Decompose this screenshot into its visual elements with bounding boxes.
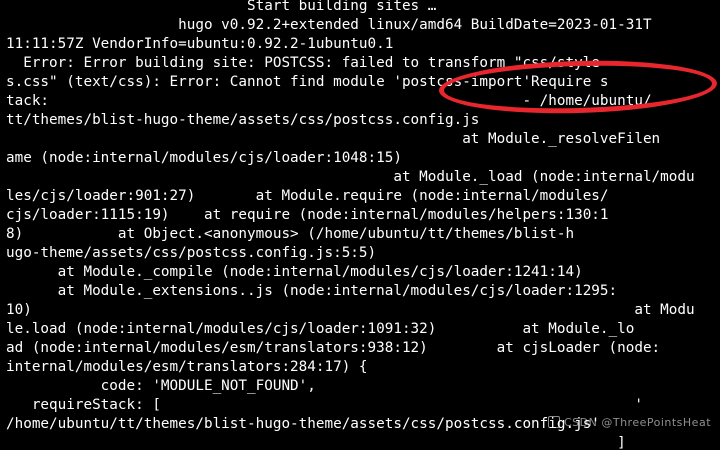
terminal-line-10: at Module._load (node:internal/modu	[6, 169, 695, 185]
terminal-line-18: le.load (node:internal/modules/cjs/loade…	[6, 321, 635, 337]
terminal-line-13: 8) at Object.<anonymous> (/home/ubuntu/t…	[6, 226, 575, 242]
terminal-line-19: ad (node:internal/modules/esm/translator…	[6, 340, 661, 356]
terminal-line-15: at Module._compile (node:internal/module…	[6, 264, 583, 280]
watermark: CSDN @ThreePointsHeat	[548, 413, 711, 431]
terminal-line-2: hugo v0.92.2+extended linux/amd64 BuildD…	[6, 17, 652, 33]
watermark-text: CSDN @ThreePointsHeat	[564, 415, 712, 429]
terminal-line-16: at Module._extensions..js (node:internal…	[6, 283, 618, 299]
terminal-window[interactable]: Start building sites … hugo v0.92.2+exte…	[0, 0, 720, 450]
terminal-line-3: 11:11:57Z VendorInfo=ubuntu:0.92.2-1ubun…	[6, 36, 394, 52]
terminal-line-14: ugo-theme/assets/css/postcss.config.js:5…	[6, 245, 377, 261]
csdn-logo-icon	[548, 416, 560, 428]
terminal-line-21: code: 'MODULE_NOT_FOUND',	[6, 378, 316, 394]
terminal-line-9: ame (node:internal/modules/cjs/loader:10…	[6, 150, 402, 166]
terminal-line-1: Start building sites …	[6, 0, 437, 14]
terminal-line-7: tt/themes/blist-hugo-theme/assets/css/po…	[6, 112, 480, 128]
terminal-line-11: les/cjs/loader:901:27) at Module.require…	[6, 188, 609, 204]
terminal-line-20: internal/modules/esm/translators:284:17)…	[6, 359, 368, 375]
terminal-line-17: 10) at Modu	[6, 302, 695, 318]
terminal-line-8: at Module._resolveFilen	[6, 131, 661, 147]
terminal-line-23: /home/ubuntu/tt/themes/blist-hugo-theme/…	[6, 416, 600, 432]
terminal-line-12: cjs/loader:1115:19) at require (node:int…	[6, 207, 609, 223]
terminal-line-24: ]	[6, 435, 626, 450]
